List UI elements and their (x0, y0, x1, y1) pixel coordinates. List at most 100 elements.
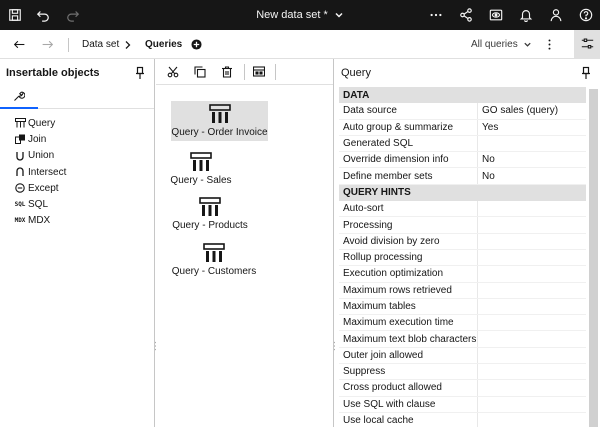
cut-icon[interactable] (160, 59, 186, 85)
back-arrow-icon[interactable] (6, 30, 32, 59)
section-header-query-hints: QUERY HINTS (339, 184, 586, 202)
nav-divider (68, 38, 69, 52)
insertable-item-label: SQL (28, 199, 49, 211)
toolbar-divider (275, 64, 276, 80)
property-row[interactable]: Auto group & summarize Yes (339, 119, 586, 136)
insertable-item-label: Intersect (28, 166, 67, 178)
property-row[interactable]: Use SQL with clause (339, 396, 586, 413)
property-row[interactable]: Use local cache (339, 412, 586, 427)
property-value[interactable] (477, 201, 586, 217)
property-value[interactable] (477, 315, 586, 331)
property-value[interactable]: No (477, 152, 586, 168)
insertable-item-mdx[interactable]: MDX MDX (0, 213, 154, 229)
pin-icon[interactable] (134, 66, 146, 80)
property-row[interactable]: Outer join allowed (339, 347, 586, 365)
insertable-item-intersect[interactable]: Intersect (0, 164, 154, 180)
property-value[interactable] (477, 412, 586, 427)
overflow-menu-icon[interactable] (536, 30, 562, 59)
more-icon[interactable] (421, 0, 451, 30)
property-key: Suppress (343, 366, 386, 378)
union-icon (13, 150, 27, 162)
property-row[interactable]: Generated SQL (339, 135, 586, 153)
query-node-label: Query - Order Invoice (171, 127, 268, 138)
property-row[interactable]: Override dimension info No (339, 152, 586, 169)
property-value[interactable] (477, 217, 586, 233)
chevron-down-icon (523, 40, 532, 49)
user-icon[interactable] (541, 0, 571, 30)
query-icon (208, 104, 231, 123)
insertable-item-join[interactable]: Join (0, 131, 154, 147)
query-canvas-panel: Query - Order Invoice Query - Sales Quer… (156, 59, 334, 427)
breadcrumb-dataset[interactable]: Data set (82, 30, 119, 59)
properties-toggle-button[interactable] (574, 30, 600, 59)
insertable-item-label: Except (28, 182, 59, 194)
insertable-item-union[interactable]: Union (0, 148, 154, 164)
view-icon[interactable] (481, 0, 511, 30)
property-value[interactable] (477, 135, 586, 152)
properties-scrollbar[interactable] (589, 89, 598, 427)
property-row[interactable]: Processing (339, 217, 586, 234)
share-icon[interactable] (451, 0, 481, 30)
add-query-icon[interactable] (191, 30, 202, 59)
property-value[interactable]: Yes (477, 119, 586, 135)
pin-icon[interactable] (580, 66, 592, 80)
property-key: Use local cache (343, 415, 414, 427)
property-row[interactable]: Avoid division by zero (339, 233, 586, 250)
query-icon (203, 243, 225, 262)
sql-icon: SQL (14, 201, 26, 209)
help-icon[interactable] (571, 0, 600, 30)
property-key: Override dimension info (343, 154, 449, 166)
property-value[interactable] (477, 249, 586, 266)
all-queries-dropdown[interactable]: All queries (471, 30, 532, 59)
delete-icon[interactable] (214, 59, 240, 85)
property-value[interactable] (477, 233, 586, 249)
property-value[interactable] (477, 266, 586, 282)
query-node-customers[interactable]: Query - Customers (170, 240, 258, 280)
property-key: Use SQL with clause (343, 398, 436, 410)
property-row[interactable]: Maximum rows retrieved (339, 282, 586, 299)
query-node-sales[interactable]: Query - Sales (169, 149, 233, 189)
property-row[interactable]: Rollup processing (339, 249, 586, 267)
property-key: Auto group & summarize (343, 121, 454, 133)
notification-icon[interactable] (511, 0, 541, 30)
insertable-item-sql[interactable]: SQL SQL (0, 196, 154, 212)
property-row[interactable]: Suppress (339, 364, 586, 381)
property-key: Data source (343, 105, 397, 117)
forward-arrow-icon[interactable] (34, 30, 60, 59)
properties-panel: Query DATA Data source GO sales (query) A… (335, 59, 600, 427)
query-node-products[interactable]: Query - Products (170, 194, 250, 234)
property-row[interactable]: Maximum text blob characters (339, 331, 586, 348)
property-key: Rollup processing (343, 252, 423, 264)
property-value[interactable] (477, 347, 586, 364)
property-value[interactable]: No (477, 168, 586, 184)
property-key: Cross product allowed (343, 382, 442, 394)
join-icon (13, 133, 27, 145)
insertable-item-label: Union (28, 150, 55, 162)
property-row[interactable]: Maximum tables (339, 298, 586, 316)
property-value[interactable] (477, 298, 586, 315)
insertable-item-query[interactable]: Query (0, 115, 154, 131)
property-row[interactable]: Define member sets No (339, 168, 586, 185)
property-row[interactable]: Data source GO sales (query) (339, 103, 586, 120)
insertable-item-except[interactable]: Except (0, 180, 154, 196)
property-row[interactable]: Maximum execution time (339, 315, 586, 332)
property-row[interactable]: Auto-sort (339, 201, 586, 218)
property-value[interactable] (477, 396, 586, 412)
breadcrumb-queries[interactable]: Queries (145, 30, 182, 59)
tab-tools[interactable] (0, 87, 38, 109)
toolbar-divider (244, 64, 245, 80)
canvas-toolbar (156, 59, 333, 85)
property-value[interactable] (477, 380, 586, 396)
property-value[interactable] (477, 282, 586, 298)
query-node-order-invoice[interactable]: Query - Order Invoice (171, 101, 268, 141)
copy-icon[interactable] (187, 59, 213, 85)
property-row[interactable]: Execution optimization (339, 266, 586, 283)
property-value[interactable] (477, 331, 586, 347)
property-value[interactable]: GO sales (query) (477, 103, 586, 119)
data-preview-icon[interactable] (246, 59, 272, 85)
property-key: Define member sets (343, 170, 433, 182)
intersect-icon (13, 166, 27, 178)
property-key: Auto-sort (343, 203, 384, 215)
property-row[interactable]: Cross product allowed (339, 380, 586, 397)
property-value[interactable] (477, 364, 586, 380)
